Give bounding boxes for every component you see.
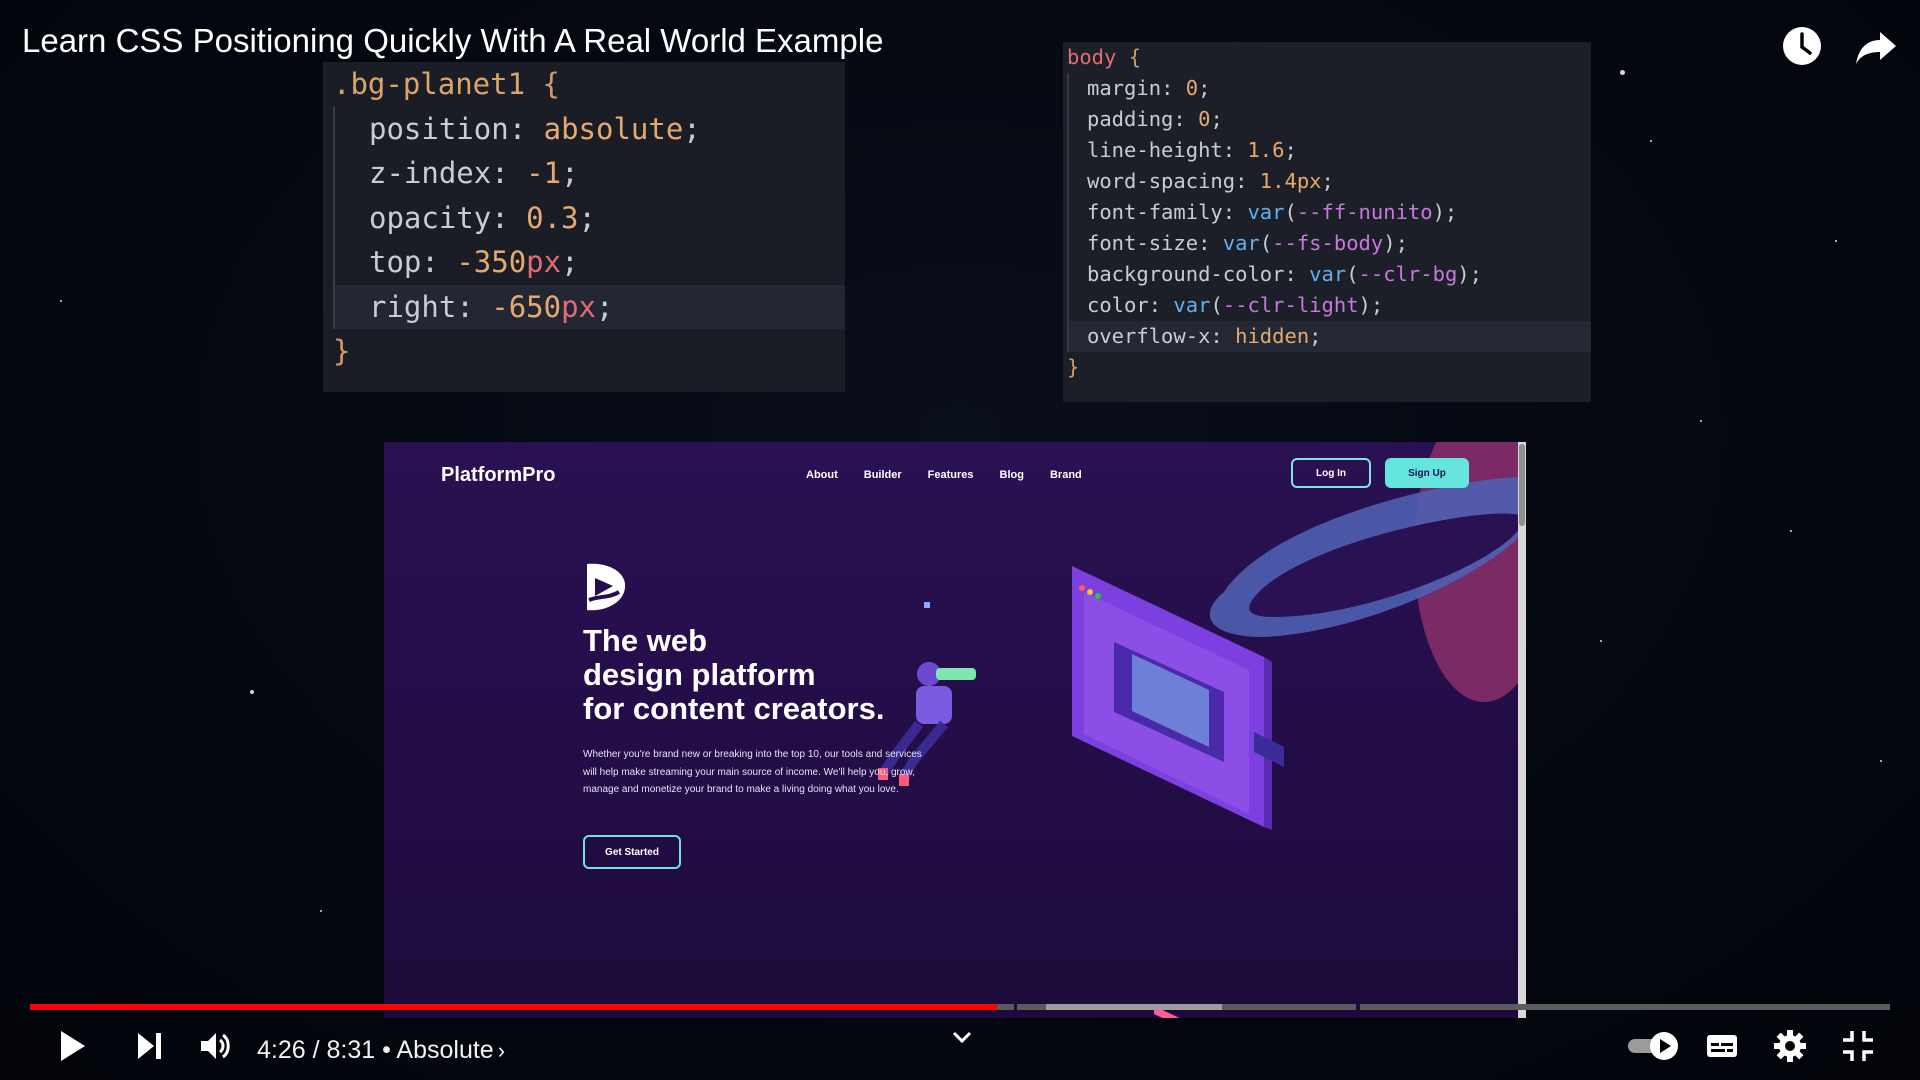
code-line: top: -350px;	[333, 240, 845, 285]
exit-fullscreen-icon[interactable]	[1840, 1028, 1876, 1064]
code-line: color: var(--clr-light);	[1067, 290, 1591, 321]
website-preview: PlatformPro About Builder Features Blog …	[384, 442, 1526, 1018]
chevron-down-icon[interactable]	[948, 1026, 976, 1048]
buffer-indicator	[1046, 1004, 1222, 1010]
star	[1650, 140, 1652, 142]
code-line: padding: 0;	[1067, 104, 1591, 135]
nav-item-about: About	[806, 469, 838, 481]
code-line: font-family: var(--ff-nunito);	[1067, 197, 1591, 228]
site-signup-button: Sign Up	[1385, 458, 1469, 488]
code-line: margin: 0;	[1067, 73, 1591, 104]
settings-icon[interactable]	[1772, 1028, 1808, 1064]
code-line: font-size: var(--fs-body);	[1067, 228, 1591, 259]
star	[1880, 760, 1882, 762]
star	[1700, 420, 1702, 422]
chapter-segment	[1360, 1004, 1890, 1010]
site-logo: PlatformPro	[441, 464, 556, 486]
hero-headline: The web design platform for content crea…	[583, 623, 885, 726]
next-icon[interactable]	[135, 1028, 165, 1064]
autoplay-toggle-icon[interactable]	[1626, 1028, 1680, 1064]
code-line: overflow-x: hidden;	[1067, 321, 1591, 352]
code-line: line-height: 1.6;	[1067, 135, 1591, 166]
volume-icon[interactable]	[198, 1028, 234, 1064]
star	[1790, 530, 1792, 532]
code-line: z-index: -1;	[333, 151, 845, 196]
played-indicator	[30, 1004, 998, 1010]
star	[320, 910, 322, 912]
site-nav: About Builder Features Blog Brand	[806, 469, 1082, 481]
code-line: opacity: 0.3;	[333, 195, 845, 240]
nav-item-brand: Brand	[1049, 469, 1082, 481]
code-line: word-spacing: 1.4px;	[1067, 166, 1591, 197]
brand-mark-icon	[587, 563, 626, 611]
code-line: right: -650px;	[333, 284, 845, 329]
star	[250, 690, 254, 694]
top-controls	[1780, 24, 1898, 68]
chevron-right-icon: ›	[497, 1038, 506, 1063]
watch-later-icon[interactable]	[1780, 24, 1824, 68]
code-panel-planet: .bg-planet1 { position: absolute; z-inde…	[323, 62, 845, 392]
hero-illustration	[878, 442, 1526, 1018]
player-controls: 4:26 / 8:31 • Absolute ›	[0, 1022, 1920, 1072]
play-icon[interactable]	[58, 1028, 88, 1064]
video-title[interactable]: Learn CSS Positioning Quickly With A Rea…	[22, 22, 883, 60]
star	[1835, 240, 1837, 242]
share-icon[interactable]	[1854, 24, 1898, 68]
video-frame[interactable]: .bg-planet1 { position: absolute; z-inde…	[0, 0, 1920, 1080]
nav-item-features: Features	[927, 469, 974, 481]
code-line: }	[333, 334, 351, 368]
code-line: background-color: var(--clr-bg);	[1067, 259, 1591, 290]
site-scrollbar	[1518, 442, 1526, 1018]
time-display[interactable]: 4:26 / 8:31 • Absolute ›	[257, 1036, 505, 1065]
get-started-button: Get Started	[583, 835, 681, 869]
site-login-button: Log In	[1291, 458, 1371, 488]
code-line: position: absolute;	[333, 106, 845, 151]
nav-item-blog: Blog	[999, 469, 1024, 481]
progress-bar[interactable]	[30, 1004, 1890, 1010]
nav-item-builder: Builder	[863, 469, 902, 481]
time-current-duration: 4:26 / 8:31	[257, 1036, 376, 1064]
hero-paragraph: Whether you're brand new or breaking int…	[583, 749, 922, 795]
subtitles-icon[interactable]	[1704, 1028, 1740, 1064]
code-line: }	[1067, 355, 1080, 379]
star	[1620, 70, 1625, 75]
code-panel-body: body { margin: 0; padding: 0; line-heigh…	[1063, 42, 1591, 402]
chapter-title[interactable]: Absolute	[396, 1036, 493, 1064]
code-line: .bg-planet1 {	[333, 67, 560, 101]
star	[1600, 640, 1602, 642]
star	[60, 300, 62, 302]
code-line: body {	[1067, 45, 1142, 69]
